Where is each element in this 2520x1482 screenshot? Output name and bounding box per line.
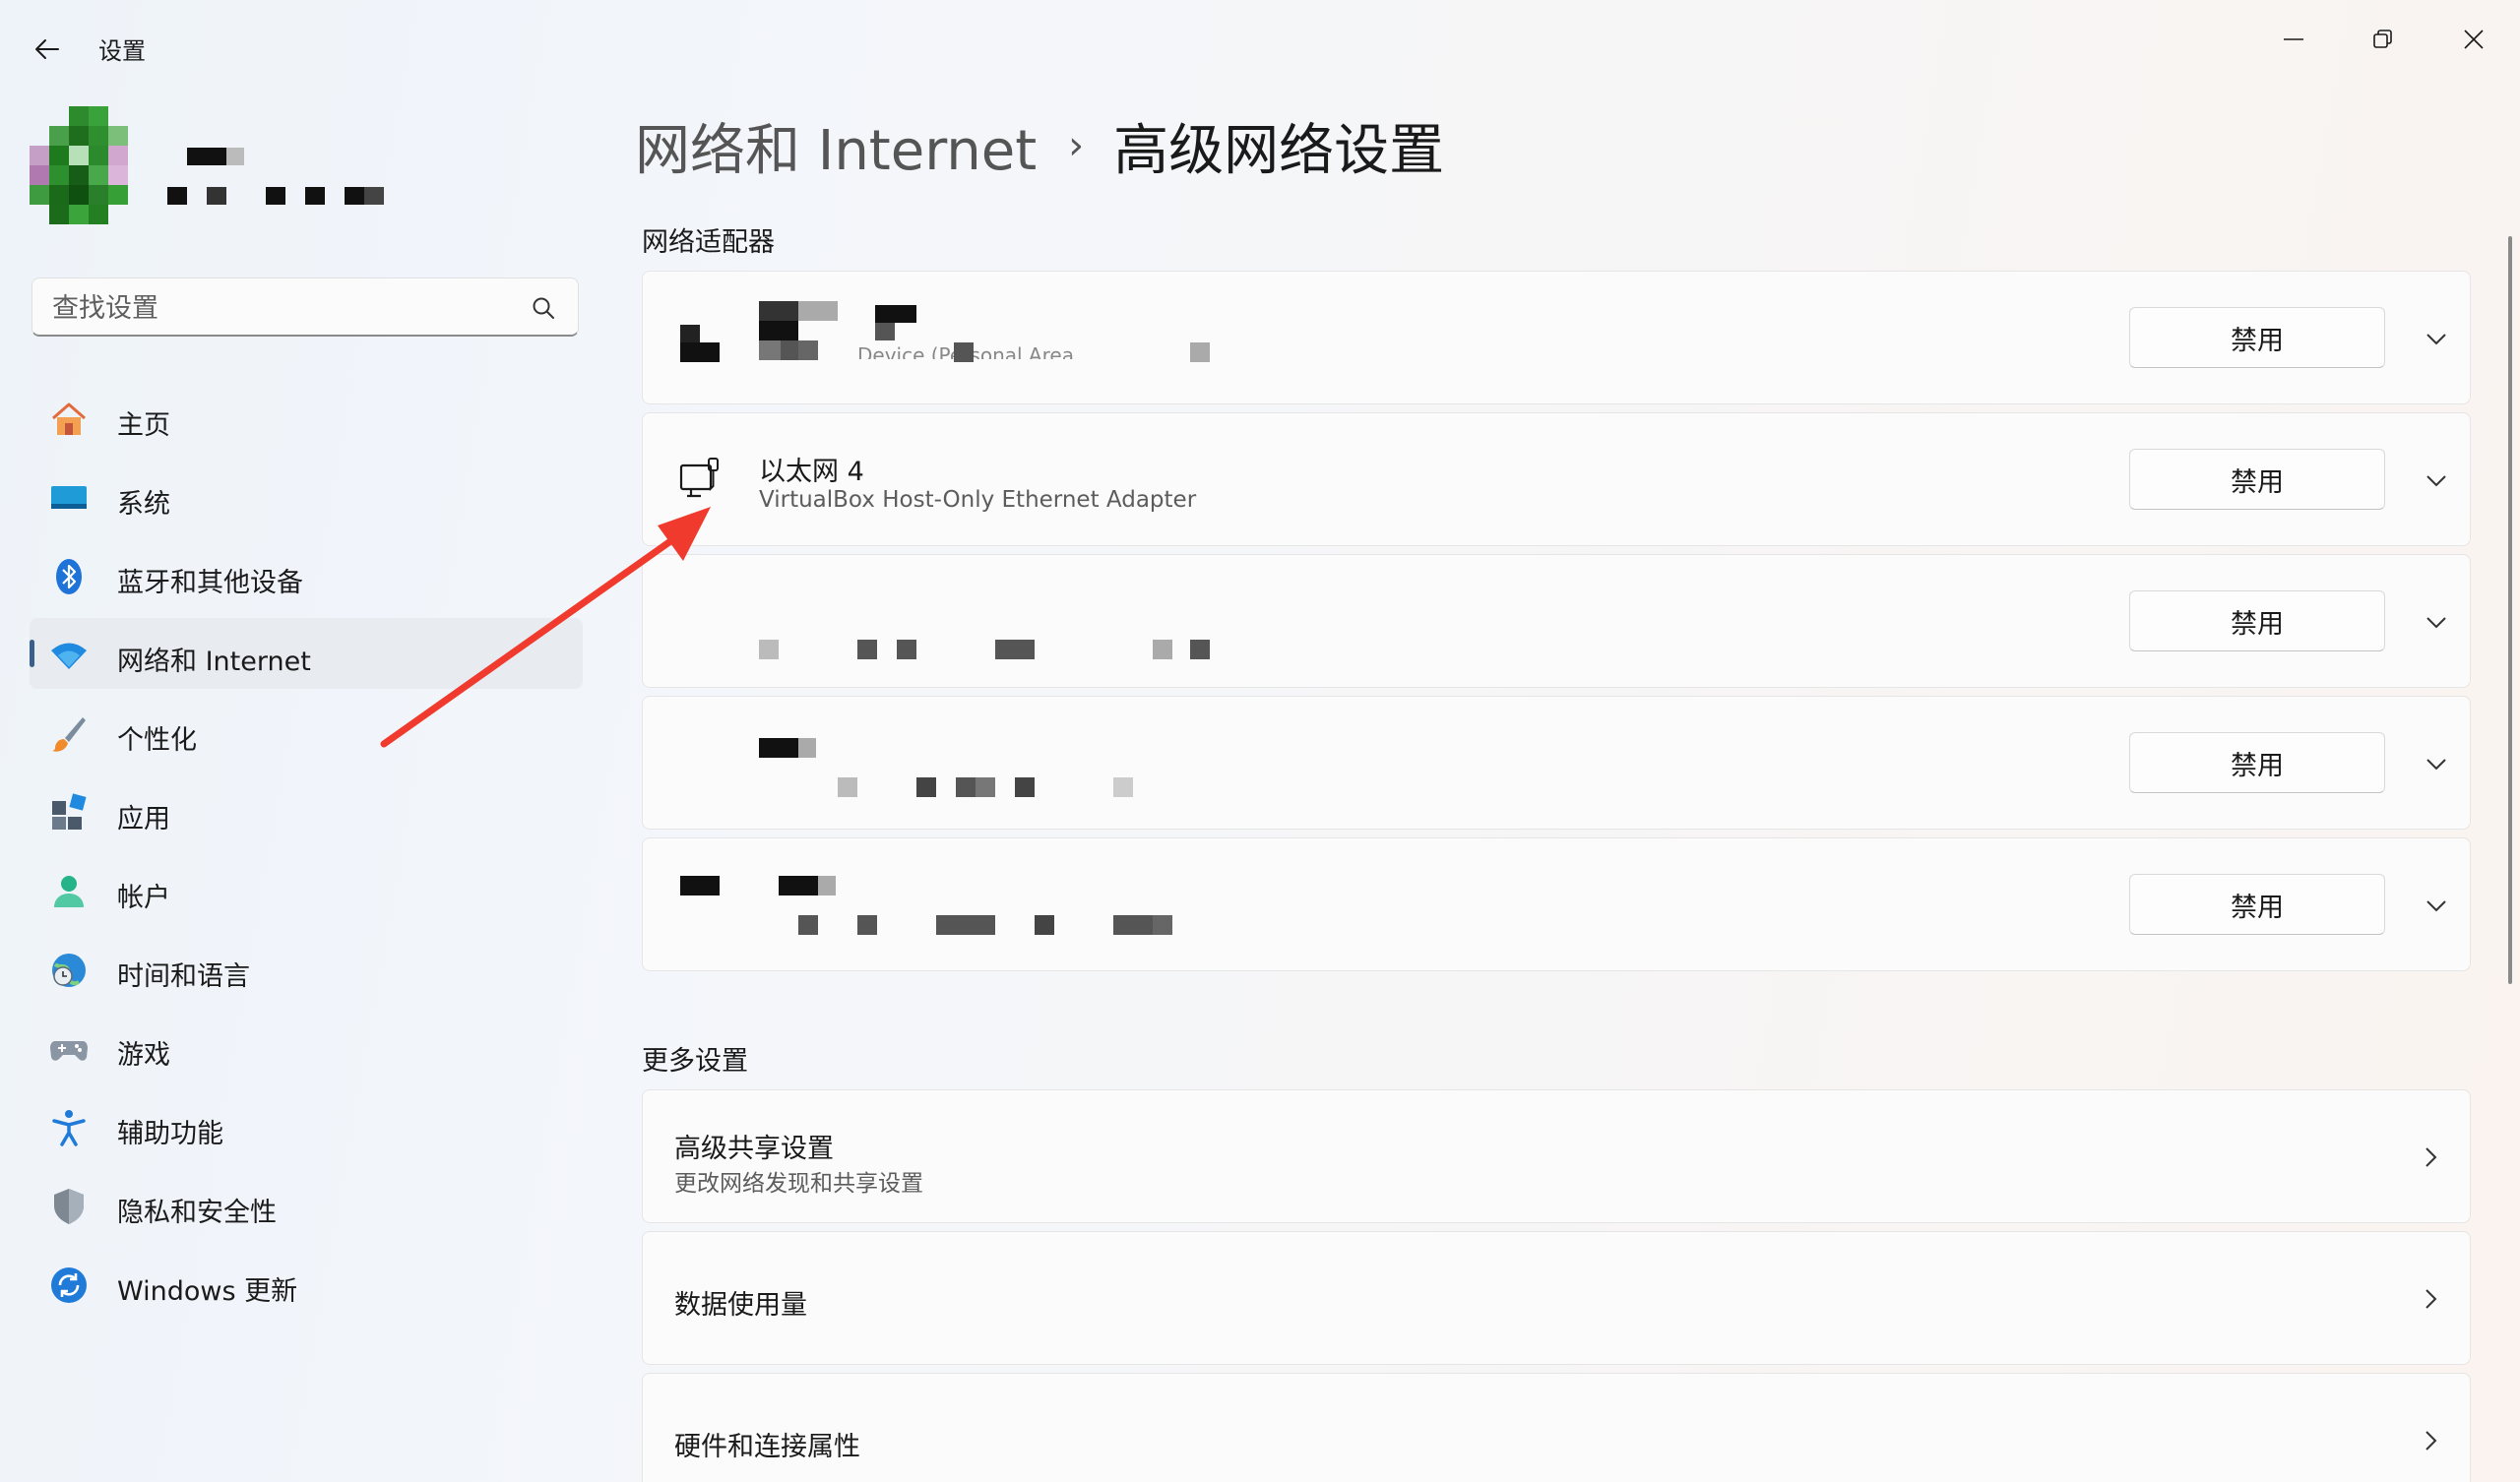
sidebar-item-label: 个性化 (117, 725, 197, 756)
hardware-connection-properties-link[interactable]: 硬件和连接属性 (642, 1373, 2471, 1482)
disable-button[interactable]: 禁用 (2129, 590, 2385, 651)
sidebar-item-apps[interactable]: 应用 (30, 775, 583, 846)
sidebar-item-label: 辅助功能 (117, 1119, 223, 1149)
sidebar-item-label: 主页 (117, 410, 170, 441)
adapter-card[interactable]: 禁用 (642, 837, 2471, 971)
adapters-section-title: 网络适配器 (642, 227, 775, 258)
sidebar-item-label: 帐户 (117, 883, 170, 913)
sidebar-item-label: 隐私和安全性 (117, 1198, 277, 1228)
breadcrumb-separator: › (1068, 123, 1085, 168)
sidebar-item-gaming[interactable]: 游戏 (30, 1012, 583, 1082)
gamepad-icon (50, 1041, 88, 1061)
close-button[interactable] (2429, 10, 2518, 69)
accessibility-icon (52, 1110, 86, 1146)
link-title: 数据使用量 (674, 1290, 807, 1321)
close-icon (2464, 30, 2484, 49)
sidebar-item-accounts[interactable]: 帐户 (30, 854, 583, 925)
title-bar: 设置 (0, 0, 2520, 98)
sidebar-item-label: 网络和 Internet (117, 647, 311, 677)
ethernet-icon (679, 458, 719, 498)
link-title: 硬件和连接属性 (674, 1432, 860, 1462)
update-icon (51, 1267, 87, 1303)
minimize-button[interactable] (2249, 10, 2338, 69)
profile-name-redacted (167, 148, 384, 205)
apps-icon (52, 793, 87, 830)
sidebar-item-time-language[interactable]: 时间和语言 (30, 933, 583, 1004)
link-subtitle: 更改网络发现和共享设置 (674, 1171, 923, 1197)
sidebar-item-system[interactable]: 系统 (30, 461, 583, 531)
chevron-down-icon[interactable] (2423, 466, 2450, 494)
globe-clock-icon (52, 954, 86, 987)
adapter-card[interactable]: 禁用 (642, 696, 2471, 830)
sidebar-item-windows-update[interactable]: Windows 更新 (30, 1248, 583, 1319)
adapter-card[interactable]: Device (Personal Area 禁用 (642, 271, 2471, 404)
adapter-description: VirtualBox Host-Only Ethernet Adapter (759, 487, 1197, 513)
sidebar-item-label: Windows 更新 (117, 1276, 298, 1307)
restore-button[interactable] (2339, 10, 2427, 69)
minimize-icon (2284, 38, 2303, 40)
chevron-down-icon[interactable] (2423, 325, 2450, 352)
chevron-right-icon (2426, 1289, 2437, 1309)
link-title: 高级共享设置 (674, 1134, 834, 1164)
sidebar-item-label: 游戏 (117, 1040, 170, 1071)
scrollbar[interactable] (2508, 236, 2512, 984)
search-box[interactable] (32, 278, 579, 337)
sidebar-nav: 主页 系统 蓝牙和其他设备 网络和 Internet 个性化 应用 帐户 时间和… (30, 382, 583, 1327)
adapter-description: Device (Personal Area (857, 343, 1074, 359)
back-arrow-icon (35, 39, 59, 59)
sidebar-item-label: 蓝牙和其他设备 (117, 568, 303, 598)
chevron-down-icon[interactable] (2423, 750, 2450, 777)
sidebar-item-network[interactable]: 网络和 Internet (30, 618, 583, 689)
disable-button[interactable]: 禁用 (2129, 874, 2385, 935)
data-usage-link[interactable]: 数据使用量 (642, 1231, 2471, 1365)
breadcrumb: 网络和 Internet › 高级网络设置 (635, 106, 1444, 185)
page-title: 高级网络设置 (1113, 118, 1445, 183)
chevron-down-icon[interactable] (2423, 892, 2450, 919)
system-icon (51, 486, 87, 509)
sidebar-item-label: 系统 (117, 489, 170, 520)
search-input[interactable] (50, 288, 507, 328)
wifi-icon (51, 643, 87, 669)
disable-button[interactable]: 禁用 (2129, 307, 2385, 368)
chevron-down-icon[interactable] (2423, 608, 2450, 636)
sidebar-item-label: 时间和语言 (117, 961, 250, 992)
search-icon[interactable] (531, 295, 556, 321)
disable-button[interactable]: 禁用 (2129, 732, 2385, 793)
avatar[interactable] (30, 106, 148, 224)
bluetooth-icon (56, 559, 82, 594)
back-button[interactable] (26, 28, 69, 71)
sidebar-item-bluetooth[interactable]: 蓝牙和其他设备 (30, 539, 583, 610)
advanced-sharing-settings-link[interactable]: 高级共享设置 更改网络发现和共享设置 (642, 1089, 2471, 1223)
more-settings-section-title: 更多设置 (642, 1046, 748, 1077)
chevron-right-icon (2426, 1147, 2437, 1167)
sidebar-item-label: 应用 (117, 804, 170, 834)
active-indicator (30, 640, 34, 667)
disable-button[interactable]: 禁用 (2129, 449, 2385, 510)
brush-icon (52, 717, 86, 752)
account-icon (54, 876, 84, 907)
adapter-card[interactable]: 以太网 4 VirtualBox Host-Only Ethernet Adap… (642, 412, 2471, 546)
sidebar-item-home[interactable]: 主页 (30, 382, 583, 453)
home-icon (52, 402, 86, 435)
adapter-name: 以太网 4 (759, 457, 864, 487)
sidebar-item-privacy[interactable]: 隐私和安全性 (30, 1169, 583, 1240)
chevron-right-icon (2426, 1431, 2437, 1451)
sidebar-item-personalization[interactable]: 个性化 (30, 697, 583, 768)
restore-icon (2373, 30, 2392, 48)
adapter-card[interactable]: 禁用 (642, 554, 2471, 688)
app-title: 设置 (98, 37, 146, 65)
sidebar-item-accessibility[interactable]: 辅助功能 (30, 1090, 583, 1161)
breadcrumb-parent-link[interactable]: 网络和 Internet (635, 106, 1037, 186)
shield-icon (54, 1189, 84, 1224)
